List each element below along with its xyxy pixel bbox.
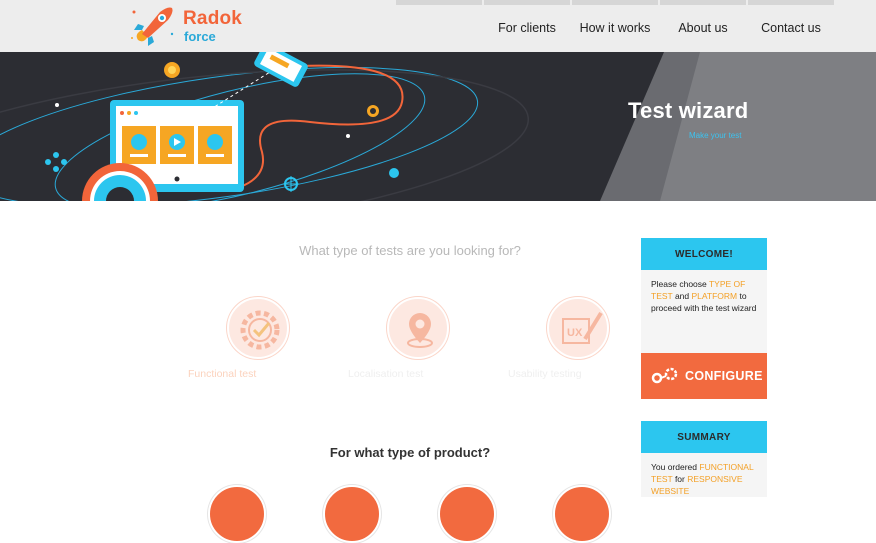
nav-contact-us[interactable]: Contact us (748, 0, 834, 52)
site-header: Radok force For clients How it works Abo… (0, 0, 876, 52)
page-title: Test wizard (628, 98, 749, 123)
product-option-tablet[interactable] (438, 485, 496, 543)
test-option-usability[interactable]: UX (547, 297, 609, 359)
svg-text:UX: UX (567, 327, 583, 339)
nav-blank (396, 0, 482, 52)
welcome-text-part: and (672, 291, 692, 301)
highlight-platform: PLATFORM (691, 291, 738, 301)
configure-button[interactable]: CONFIGURE (641, 353, 767, 399)
welcome-text-part: Please choose (651, 279, 709, 289)
test-option-label: Usability testing (508, 368, 582, 380)
svg-text:✱: ✱ (206, 113, 214, 123)
hero-illustration: ✱ (0, 52, 876, 201)
map-pin-icon (407, 313, 433, 348)
logo-text-secondary: force (184, 29, 216, 44)
test-option-label: Functional test (188, 368, 257, 380)
summary-text-part: You ordered (651, 462, 700, 472)
logo[interactable]: Radok force (130, 4, 250, 48)
product-option-mobile[interactable] (323, 485, 381, 543)
page-subtitle: Make your test (689, 131, 742, 140)
welcome-text: Please choose TYPE OF TEST and PLATFORM … (641, 270, 767, 353)
product-option-responsive[interactable] (553, 485, 611, 543)
rocket-icon (131, 7, 174, 46)
logo-text-primary: Radok (183, 8, 243, 29)
nav-how-it-works[interactable]: How it works (572, 0, 658, 52)
summary-text: You ordered FUNCTIONAL TEST for RESPONSI… (641, 453, 767, 497)
gears-icon (651, 367, 678, 384)
test-option-functional[interactable] (227, 297, 289, 359)
product-option-web[interactable] (208, 485, 266, 543)
nav-for-clients[interactable]: For clients (484, 0, 570, 52)
main-nav: For clients How it works About us Contac… (396, 0, 834, 52)
product-type-question: For what type of product? (329, 445, 491, 460)
gear-check-icon (240, 310, 280, 350)
test-option-localisation[interactable] (387, 297, 449, 359)
summary-text-part: for (672, 474, 688, 484)
summary-header: SUMMARY (641, 421, 767, 453)
test-option-label: Localisation test (348, 368, 424, 380)
configure-label: CONFIGURE (685, 369, 763, 383)
nav-about-us[interactable]: About us (660, 0, 746, 52)
ux-pencil-icon: UX (562, 311, 603, 344)
welcome-header: WELCOME! (641, 238, 767, 270)
hero-banner: ✱ Test wizard Make your test (0, 52, 876, 201)
test-type-question: What type of tests are you looking for? (299, 243, 521, 258)
